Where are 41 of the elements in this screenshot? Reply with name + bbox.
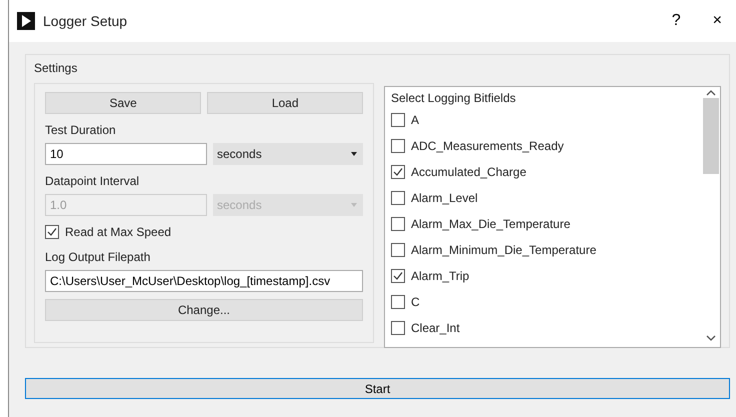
scroll-up-icon[interactable] xyxy=(706,90,716,96)
bitfield-label: Accumulated_Charge xyxy=(411,164,526,181)
bitfield-label: Alarm_Max_Die_Temperature xyxy=(411,216,570,233)
unit-dropdown[interactable]: seconds xyxy=(213,143,363,165)
start-button[interactable]: Start xyxy=(25,378,730,399)
help-button[interactable]: ? xyxy=(666,13,687,29)
checkbox[interactable] xyxy=(391,321,405,335)
checkbox[interactable] xyxy=(391,191,405,205)
bitfield-label: Alarm_Level xyxy=(411,190,478,207)
bitfield-label: Alarm_Trip xyxy=(411,268,470,285)
bitfield-label: ADC_Measurements_Ready xyxy=(411,138,564,155)
field-label: Log Output Filepath xyxy=(45,249,152,266)
load-button[interactable]: Load xyxy=(207,92,363,114)
scrollbar-thumb[interactable] xyxy=(703,98,719,174)
checkbox[interactable] xyxy=(391,295,405,309)
checkbox[interactable] xyxy=(391,139,405,153)
save-button[interactable]: Save xyxy=(45,92,202,114)
bitfield-label: Clear_Int xyxy=(411,320,460,337)
checkbox[interactable] xyxy=(391,243,405,257)
caret-icon xyxy=(351,152,357,156)
caret-icon xyxy=(351,203,357,207)
change-button[interactable]: Change... xyxy=(45,299,363,321)
checkbox-label: Read at Max Speed xyxy=(65,224,172,241)
checkbox[interactable] xyxy=(391,165,405,179)
scroll-down-icon[interactable] xyxy=(706,335,716,341)
bitfield-label: C xyxy=(411,294,420,311)
checkbox[interactable] xyxy=(45,225,59,239)
field-label: Datapoint Interval xyxy=(45,173,140,190)
text-field[interactable]: 10 xyxy=(45,143,207,165)
list-title: Select Logging Bitfields xyxy=(391,90,517,107)
close-button[interactable]: × xyxy=(706,13,728,29)
field-label: Test Duration xyxy=(45,122,117,139)
filepath-field[interactable]: C:\Users\User_McUser\Desktop\log_[timestamp].csv xyxy=(45,270,363,292)
checkbox[interactable] xyxy=(391,269,405,283)
group-title: Settings xyxy=(34,60,78,77)
checkbox[interactable] xyxy=(391,217,405,231)
checkbox[interactable] xyxy=(391,113,405,127)
play-icon xyxy=(17,12,35,30)
window-title: Logger Setup xyxy=(43,12,128,31)
bitfield-label: Alarm_Minimum_Die_Temperature xyxy=(411,242,596,259)
bitfield-label: A xyxy=(411,112,420,129)
